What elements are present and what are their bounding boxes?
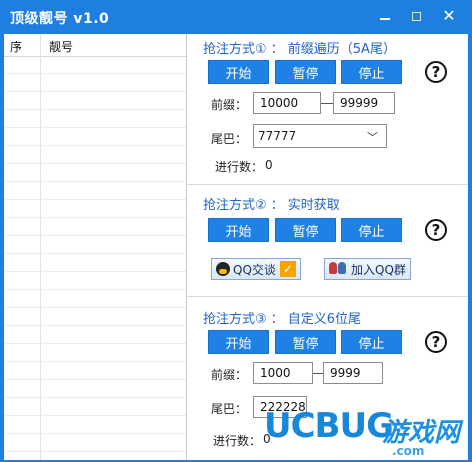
start-button[interactable]: 开始 [208, 60, 269, 84]
close-button[interactable]: ✕ [438, 6, 460, 26]
watermark-brand: UCBUG [264, 406, 394, 446]
minimize-icon [380, 18, 390, 20]
suffix-select[interactable]: 77777 ﹀ [253, 124, 387, 148]
section-name: 抢注方式① [203, 42, 267, 57]
prefix-to-input[interactable]: 9999 [323, 362, 383, 384]
stop-button[interactable]: 停止 [341, 60, 402, 84]
section-realtime: 抢注方式②： 实时获取 开始 暂停 停止 ? QQ交谈 ✓ 加入QQ群 [187, 188, 468, 294]
progress-value: 0 [265, 158, 273, 172]
help-icon[interactable]: ? [425, 219, 447, 241]
start-button[interactable]: 开始 [208, 218, 269, 242]
prefix-to-input[interactable]: 99999 [333, 92, 395, 114]
number-list[interactable]: 序 靓号 [4, 34, 187, 460]
maximize-icon [411, 11, 421, 21]
prefix-label: 前缀： [211, 368, 248, 382]
pause-button[interactable]: 暂停 [275, 330, 336, 354]
maximize-button[interactable] [405, 6, 427, 26]
section-name: 抢注方式② [203, 198, 267, 213]
list-rows [4, 56, 186, 460]
qq-chat-label: QQ交谈 [233, 262, 276, 277]
chevron-down-icon: ﹀ [367, 131, 378, 144]
section-desc: ： 实时获取 [270, 198, 340, 213]
section-desc: ： 前缀遍历（5A尾） [270, 42, 396, 57]
section-desc: ： 自定义6位尾 [270, 312, 362, 327]
app-window: 顶级靓号 v1.0 ✕ 序 靓号 抢注方式①： 前缀遍历（5A尾） 开始 暂停 … [0, 0, 472, 462]
prefix-from-input[interactable]: 10000 [253, 92, 321, 114]
qq-chat-button[interactable]: QQ交谈 ✓ [211, 258, 301, 280]
section-title: 抢注方式②： 实时获取 [203, 194, 340, 213]
pause-button[interactable]: 暂停 [275, 218, 336, 242]
range-dash [321, 103, 333, 104]
check-icon: ✓ [279, 261, 296, 277]
qq-penguin-icon [216, 262, 230, 276]
help-icon[interactable]: ? [425, 331, 447, 353]
column-header-number[interactable]: 靓号 [49, 38, 73, 55]
client-area: 序 靓号 抢注方式①： 前缀遍历（5A尾） 开始 暂停 停止 ? 前缀： 100… [4, 34, 468, 460]
suffix-selected-value: 77777 [258, 129, 297, 143]
join-group-button[interactable]: 加入QQ群 [324, 258, 411, 280]
minimize-button[interactable] [374, 6, 396, 26]
suffix-label: 尾巴： [211, 132, 248, 146]
qq-group-icon [329, 262, 347, 276]
stop-button[interactable]: 停止 [341, 330, 402, 354]
prefix-label: 前缀： [211, 98, 248, 112]
pause-button[interactable]: 暂停 [275, 60, 336, 84]
prefix-from-input[interactable]: 1000 [253, 362, 313, 384]
watermark-domain: .com [392, 444, 425, 458]
close-icon: ✕ [442, 6, 456, 25]
section-divider [187, 296, 468, 297]
start-button[interactable]: 开始 [208, 330, 269, 354]
title-bar[interactable]: 顶级靓号 v1.0 ✕ [0, 0, 472, 34]
window-title: 顶级靓号 v1.0 [10, 11, 110, 27]
control-panel: 抢注方式①： 前缀遍历（5A尾） 开始 暂停 停止 ? 前缀： 10000 99… [187, 34, 468, 460]
section-title: 抢注方式①： 前缀遍历（5A尾） [203, 38, 396, 57]
suffix-label: 尾巴： [211, 402, 248, 416]
progress-label: 进行数： [213, 434, 262, 448]
section-prefix-traverse: 抢注方式①： 前缀遍历（5A尾） 开始 暂停 停止 ? 前缀： 10000 99… [187, 34, 468, 182]
stop-button[interactable]: 停止 [341, 218, 402, 242]
column-header-index[interactable]: 序 [10, 38, 22, 55]
site-watermark: UCBUG 游戏网 .com [264, 400, 468, 460]
list-header: 序 靓号 [4, 34, 186, 57]
section-divider [187, 184, 468, 185]
progress-label: 进行数： [215, 160, 264, 174]
join-group-label: 加入QQ群 [351, 262, 406, 277]
section-name: 抢注方式③ [203, 312, 267, 327]
help-icon[interactable]: ? [425, 61, 447, 83]
section-title: 抢注方式③： 自定义6位尾 [203, 308, 361, 327]
